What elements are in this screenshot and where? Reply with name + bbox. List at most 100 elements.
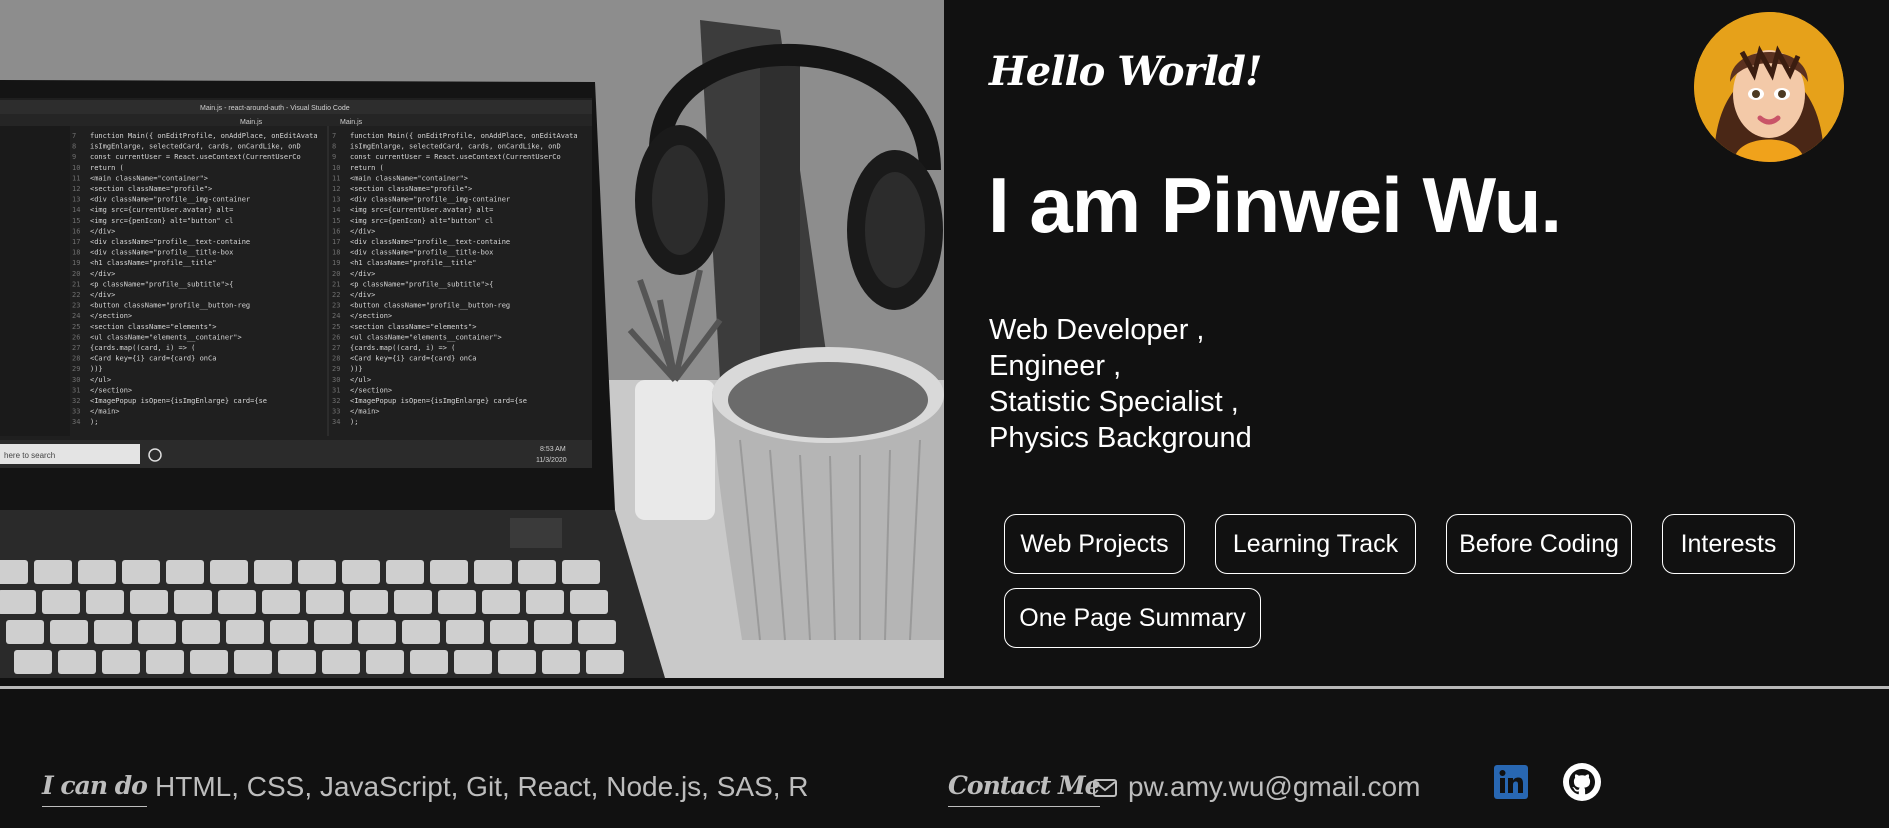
role-item: Statistic Specialist , — [989, 386, 1239, 418]
intro-panel: Hello World! I am Pinwei Wu. Web Develop… — [944, 0, 1889, 678]
code-line: </section> — [90, 386, 132, 394]
code-line-number: 28 — [332, 355, 340, 363]
code-line: </ul> — [350, 376, 371, 384]
role-item: Physics Background — [989, 422, 1252, 454]
code-line-number: 29 — [332, 365, 340, 373]
code-line-number: 9 — [332, 153, 336, 161]
code-line-number: 25 — [332, 323, 340, 331]
code-line-number: 13 — [72, 196, 80, 204]
code-line-number: 11 — [72, 174, 80, 182]
code-line: </div> — [350, 291, 375, 299]
code-line-number: 31 — [72, 386, 80, 394]
code-line-number: 19 — [332, 259, 340, 267]
code-line: <h1 className="profile__title" — [90, 259, 216, 267]
code-line: {cards.map((card, i) => ( — [350, 344, 455, 352]
code-line: <div className="profile__title-box — [90, 249, 233, 257]
code-line: ); — [90, 418, 98, 426]
code-line: const currentUser = React.useContext(Cur… — [90, 153, 301, 161]
skills-label: I can do — [42, 771, 148, 807]
code-line: </section> — [350, 386, 392, 394]
github-icon[interactable] — [1562, 762, 1602, 802]
code-line-number: 17 — [72, 238, 80, 246]
greeting: Hello World! — [989, 48, 1262, 95]
code-line: </main> — [350, 408, 380, 416]
code-line-number: 22 — [332, 291, 340, 299]
code-line: </div> — [350, 270, 375, 278]
code-line: </div> — [90, 227, 115, 235]
code-line-number: 30 — [72, 376, 80, 384]
code-line: <img src={currentUser.avatar} alt= — [90, 206, 233, 214]
nav-button-web-projects[interactable]: Web Projects — [1004, 514, 1185, 574]
nav-button-interests[interactable]: Interests — [1662, 514, 1795, 574]
nav-button-learning-track[interactable]: Learning Track — [1215, 514, 1416, 574]
code-line: <h1 className="profile__title" — [350, 259, 476, 267]
code-line-number: 14 — [332, 206, 340, 214]
code-line: <main className="container"> — [350, 174, 468, 182]
code-line-number: 21 — [72, 280, 80, 288]
code-line: <p className="profile__subtitle">{ — [350, 280, 493, 288]
contact-email[interactable]: pw.amy.wu@gmail.com — [1128, 771, 1420, 803]
footer: I can do HTML, CSS, JavaScript, Git, Rea… — [0, 689, 1889, 828]
code-line-number: 16 — [72, 227, 80, 235]
code-line: {cards.map((card, i) => ( — [90, 344, 195, 352]
code-line-number: 33 — [332, 408, 340, 416]
mail-icon — [1093, 779, 1117, 797]
code-line-number: 26 — [332, 333, 340, 341]
roles-list: Web Developer , Engineer , Statistic Spe… — [989, 312, 1252, 456]
code-line-number: 21 — [332, 280, 340, 288]
code-line-number: 9 — [72, 153, 76, 161]
code-line: </div> — [90, 270, 115, 278]
code-line: <section className="elements"> — [350, 323, 476, 331]
code-line: <div className="profile__img-container — [90, 196, 250, 204]
code-line: <section className="profile"> — [350, 185, 472, 193]
code-line-number: 24 — [72, 312, 80, 320]
code-line-number: 18 — [332, 249, 340, 257]
code-line-number: 17 — [332, 238, 340, 246]
code-line: <img src={currentUser.avatar} alt= — [350, 206, 493, 214]
code-line: <Card key={i} card={card} onCa — [350, 355, 476, 363]
code-line: <section className="elements"> — [90, 323, 216, 331]
code-line-number: 23 — [72, 302, 80, 310]
code-line: <ImagePopup isOpen={isImgEnlarge} card={… — [350, 397, 527, 405]
nav-button-before-coding[interactable]: Before Coding — [1446, 514, 1632, 574]
hero-name: I am Pinwei Wu. — [988, 161, 1562, 249]
code-line: <ImagePopup isOpen={isImgEnlarge} card={… — [90, 397, 267, 405]
code-line: <Card key={i} card={card} onCa — [90, 355, 216, 363]
code-line-number: 8 — [72, 143, 76, 151]
code-line-number: 20 — [72, 270, 80, 278]
code-line: </section> — [90, 312, 132, 320]
code-line: return ( — [90, 164, 124, 172]
code-line: <div className="profile__text-containe — [350, 238, 510, 246]
code-line-number: 10 — [72, 164, 80, 172]
code-line-number: 32 — [332, 397, 340, 405]
code-line: ))} — [90, 365, 103, 373]
code-line-number: 33 — [72, 408, 80, 416]
code-line-number: 30 — [332, 376, 340, 384]
taskbar-search: here to search — [4, 451, 55, 460]
code-line: <ul className="elements__container"> — [90, 333, 242, 341]
hero-photo: Main.js - react-around-auth - Visual Stu… — [0, 0, 944, 678]
code-line: <img src={penIcon} alt="button" cl — [350, 217, 493, 225]
code-line: function Main({ onEditProfile, onAddPlac… — [350, 132, 578, 140]
code-line-number: 22 — [72, 291, 80, 299]
code-line: <main className="container"> — [90, 174, 208, 182]
code-line: <p className="profile__subtitle">{ — [90, 280, 233, 288]
code-line-number: 14 — [72, 206, 80, 214]
code-line-number: 19 — [72, 259, 80, 267]
code-line-number: 10 — [332, 164, 340, 172]
code-line-number: 8 — [332, 143, 336, 151]
taskbar-clock-time: 8:53 AM — [540, 446, 566, 453]
code-line-number: 20 — [332, 270, 340, 278]
code-line-number: 25 — [72, 323, 80, 331]
nav-button-one-page-summary[interactable]: One Page Summary — [1004, 588, 1261, 648]
code-line: </div> — [90, 291, 115, 299]
code-line-number: 24 — [332, 312, 340, 320]
linkedin-icon[interactable] — [1494, 765, 1528, 799]
code-line-number: 15 — [332, 217, 340, 225]
editor-tab-2: Main.js — [340, 119, 363, 126]
role-item: Engineer , — [989, 350, 1122, 382]
skills-list: HTML, CSS, JavaScript, Git, React, Node.… — [155, 771, 809, 802]
code-line-number: 34 — [72, 418, 80, 426]
code-line-number: 27 — [72, 344, 80, 352]
code-line-number: 26 — [72, 333, 80, 341]
